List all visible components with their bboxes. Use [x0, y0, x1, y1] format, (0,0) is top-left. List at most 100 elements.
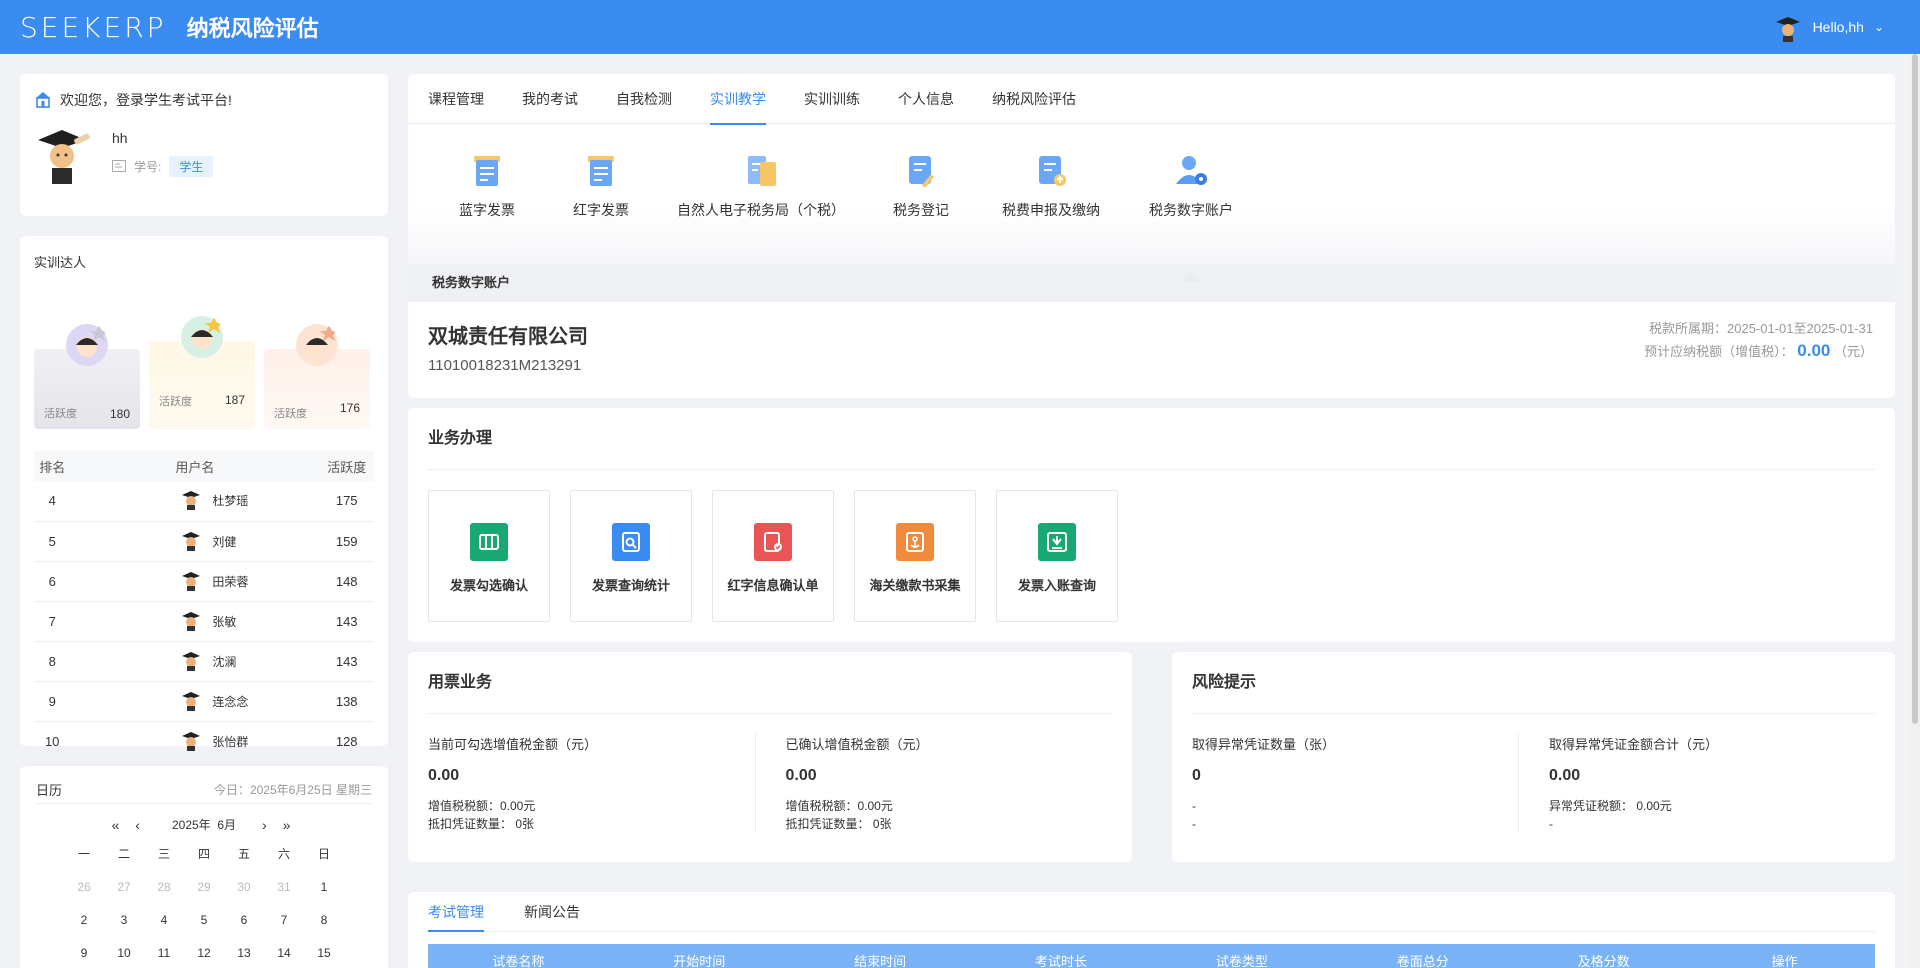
- ranking-table: 排名 用户名 活跃度 4 杜梦瑶 175 5 刘健 159 6 田荣蓉 148 7 张敏 143 8 沈澜…: [34, 451, 374, 762]
- business-tile[interactable]: 海关缴款书采集: [854, 490, 976, 622]
- module-tax-bureau[interactable]: 自然人电子税务局（个税）: [656, 152, 866, 264]
- student-id-label: 学号:: [134, 159, 162, 174]
- user-name: 杜梦瑶: [212, 494, 249, 509]
- module-digital-account[interactable]: 税务数字账户: [1126, 152, 1256, 282]
- stat-title: 取得异常凭证金额合计（元）: [1549, 737, 1719, 752]
- stat-sub: 异常凭证税额： 0.00元: [1549, 799, 1672, 813]
- score-cell: 128: [319, 721, 374, 762]
- calendar-day[interactable]: 2: [64, 903, 104, 936]
- nav-tab[interactable]: 个人信息: [898, 74, 954, 124]
- role-badge: 学生: [169, 155, 214, 177]
- stat-title: 当前可勾选增值税金额（元）: [428, 737, 598, 752]
- nav-tab[interactable]: 实训训练: [804, 74, 860, 124]
- calendar-day[interactable]: 8: [304, 903, 344, 936]
- score-cell: 159: [319, 521, 374, 562]
- stat-value: 0.00: [428, 767, 460, 784]
- table-row: 7 张敏 143: [34, 601, 374, 642]
- business-tile[interactable]: 发票勾选确认: [428, 490, 550, 622]
- stat-value: 0: [1192, 767, 1201, 784]
- rank-cell: 6: [34, 561, 71, 602]
- module-label: 红字发票: [573, 202, 629, 218]
- calendar-day[interactable]: 10: [104, 936, 144, 968]
- column-header: 用户名: [70, 451, 320, 481]
- calendar-day-prev[interactable]: 26: [64, 870, 104, 903]
- nav-tab[interactable]: 实训教学: [710, 74, 766, 125]
- nav-tab[interactable]: 我的考试: [522, 74, 578, 124]
- top-header: SEEKERP 纳税风险评估 Hello,hh ⌄: [0, 0, 1920, 54]
- calendar-day[interactable]: 7: [264, 903, 304, 936]
- module-red-invoice[interactable]: 红字发票: [546, 152, 656, 264]
- exam-card: 考试管理 新闻公告 试卷名称 开始时间 结束时间 考试时长 试卷类型 卷面总分 及格分数 操作: [408, 892, 1895, 968]
- scrollbar-thumb[interactable]: [1912, 54, 1918, 724]
- stat-confirmed: 已确认增值税金额（元） 0.00 增值税税额：0.00元 抵扣凭证数量： 0张: [754, 734, 1113, 833]
- avatar: [181, 316, 223, 358]
- section-label: 税务数字账户: [408, 264, 1895, 302]
- avatar: [296, 324, 338, 366]
- page-scrollbar[interactable]: [1910, 54, 1920, 968]
- calendar-day[interactable]: 1: [304, 870, 344, 903]
- stat-value: 0.00: [785, 767, 817, 784]
- score-cell: 138: [319, 681, 374, 722]
- calendar-prev-button[interactable]: « ‹: [112, 817, 146, 833]
- column-header: 考试时长: [1035, 954, 1088, 968]
- calendar-day[interactable]: 11: [144, 936, 184, 968]
- rank-cell: 4: [34, 481, 71, 522]
- calendar-day[interactable]: 4: [144, 903, 184, 936]
- estimate-label: 预计应纳税额（增值税）：: [1644, 344, 1794, 359]
- calendar-day[interactable]: 6: [224, 903, 264, 936]
- module-tax-registration[interactable]: 税务登记: [866, 152, 976, 264]
- calendar-next-button[interactable]: › »: [262, 817, 296, 833]
- tile-label: 发票勾选确认: [449, 578, 528, 593]
- avatar: [180, 729, 202, 754]
- chevron-down-icon: ⌄: [1873, 20, 1884, 34]
- calendar-day[interactable]: 5: [184, 903, 224, 936]
- column-header: 活跃度: [319, 451, 374, 481]
- module-tax-filing[interactable]: 税费申报及缴纳: [976, 152, 1126, 264]
- calendar-day-prev[interactable]: 27: [104, 870, 144, 903]
- calendar-day-prev[interactable]: 31: [264, 870, 304, 903]
- module-blue-invoice[interactable]: 蓝字发票: [428, 152, 546, 264]
- podium-third: 活跃度 176: [264, 324, 370, 429]
- avatar: [180, 529, 202, 554]
- calendar-day[interactable]: 3: [104, 903, 144, 936]
- tax-period: 税款所属期：2025-01-01至2025-01-31: [1649, 321, 1873, 336]
- user-cell: 张敏: [70, 601, 320, 642]
- business-tile[interactable]: 发票入账查询: [996, 490, 1118, 622]
- calendar-day[interactable]: 9: [64, 936, 104, 968]
- business-tile[interactable]: 红字信息确认单: [712, 490, 834, 622]
- tab-exam-management[interactable]: 考试管理: [428, 892, 484, 932]
- business-tile[interactable]: 发票查询统计: [570, 490, 692, 622]
- calendar-day[interactable]: 15: [304, 936, 344, 968]
- tax-bureau-icon: [742, 152, 780, 190]
- calendar-grid: 一二三四五六日 26 27 28 29 30 31 1 2 3 4 5 6 7 8 9 10 11 12 13 14 15: [36, 837, 372, 968]
- company-info: 双城责任有限公司 11010018231M213291 税款所属期：2025-0…: [408, 302, 1895, 398]
- calendar-day-prev[interactable]: 30: [224, 870, 264, 903]
- risk-card: 风险提示 取得异常凭证数量（张） 0 - - 取得异常凭证金额合计（元） 0.0…: [1172, 652, 1895, 862]
- student-avatar: [38, 130, 90, 184]
- calendar-today: 今日：2025年6月25日 星期三: [213, 783, 372, 797]
- calendar-day-prev[interactable]: 28: [144, 870, 184, 903]
- nav-tab[interactable]: 课程管理: [428, 74, 484, 124]
- avatar: [180, 609, 202, 634]
- weekday-label: 六: [277, 847, 290, 861]
- column-header: 操作: [1771, 954, 1798, 968]
- tile-label: 红字信息确认单: [727, 578, 819, 593]
- calendar-day-prev[interactable]: 29: [184, 870, 224, 903]
- logo: SEEKERP: [20, 10, 167, 44]
- ranking-title: 实训达人: [34, 255, 87, 270]
- calendar-day[interactable]: 12: [184, 936, 224, 968]
- table-row: 9 连念念 138: [34, 681, 374, 722]
- calendar-day[interactable]: 14: [264, 936, 304, 968]
- user-name: 张怡群: [212, 734, 249, 749]
- nav-tab[interactable]: 自我检测: [616, 74, 672, 124]
- estimate-value: 0.00: [1797, 341, 1831, 360]
- estimate-unit: （元）: [1833, 344, 1873, 359]
- tab-news[interactable]: 新闻公告: [524, 892, 580, 931]
- user-menu[interactable]: Hello,hh ⌄: [1773, 0, 1884, 54]
- activity-label: 活跃度: [274, 408, 307, 420]
- nav-tab[interactable]: 纳税风险评估: [992, 74, 1076, 124]
- calendar-day[interactable]: 13: [224, 936, 264, 968]
- rank-cell: 10: [34, 721, 71, 762]
- stat-title: 取得异常凭证数量（张）: [1192, 737, 1336, 752]
- table-row: 6 田荣蓉 148: [34, 561, 374, 602]
